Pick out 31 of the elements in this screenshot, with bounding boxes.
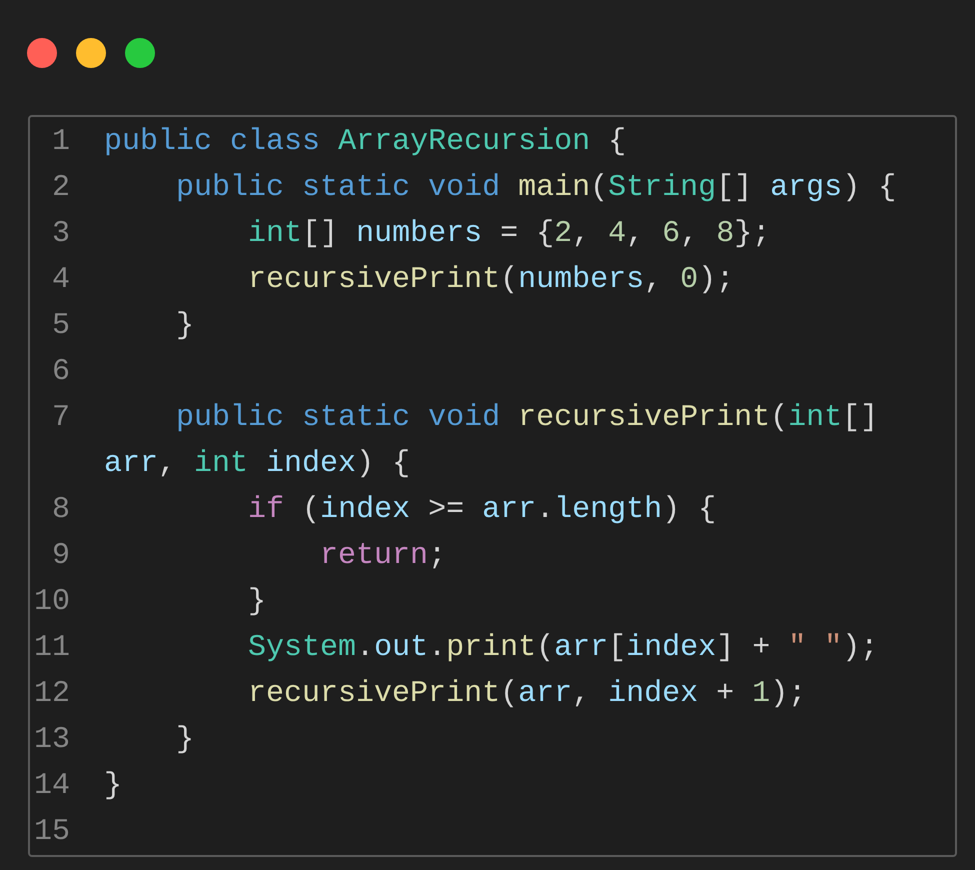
line-number: 13 (34, 722, 70, 759)
code-line: public class ArrayRecursion { (104, 124, 628, 161)
code-line: public static void main(String[] args) { (175, 170, 898, 207)
line-number: 12 (34, 676, 70, 713)
code-line: } (175, 722, 196, 759)
line-number: 9 (50, 538, 70, 575)
code-line: recursivePrint(arr, index + 1); (247, 676, 808, 713)
close-button[interactable] (27, 38, 57, 68)
line-number: 7 (50, 400, 70, 437)
code-line: } (104, 768, 124, 805)
line-number: 6 (50, 354, 70, 391)
line-number: 3 (50, 216, 70, 253)
code-line: if (index >= arr.length) { (247, 492, 718, 529)
line-number: 4 (50, 262, 70, 299)
zoom-button[interactable] (125, 38, 155, 68)
code-line: } (175, 308, 196, 345)
line-number: 10 (34, 584, 70, 621)
line-number: 5 (50, 308, 70, 345)
code-line: System.out.print(arr[index] + " "); (247, 630, 880, 667)
minimize-button[interactable] (76, 38, 106, 68)
line-number: 2 (50, 170, 70, 207)
line-number: 1 (50, 124, 70, 161)
line-number: 15 (34, 814, 70, 851)
code-line: int[] numbers = {2, 4, 6, 8}; (247, 216, 772, 253)
line-number: 8 (50, 492, 70, 529)
line-number: 11 (34, 630, 70, 667)
code-line: public static void recursivePrint(int[] arr, int index) { (104, 400, 880, 483)
code-line: recursivePrint(numbers, 0); (247, 262, 736, 299)
code-line: } (247, 584, 268, 621)
code-line: return; (319, 538, 448, 575)
line-number: 14 (34, 768, 70, 805)
